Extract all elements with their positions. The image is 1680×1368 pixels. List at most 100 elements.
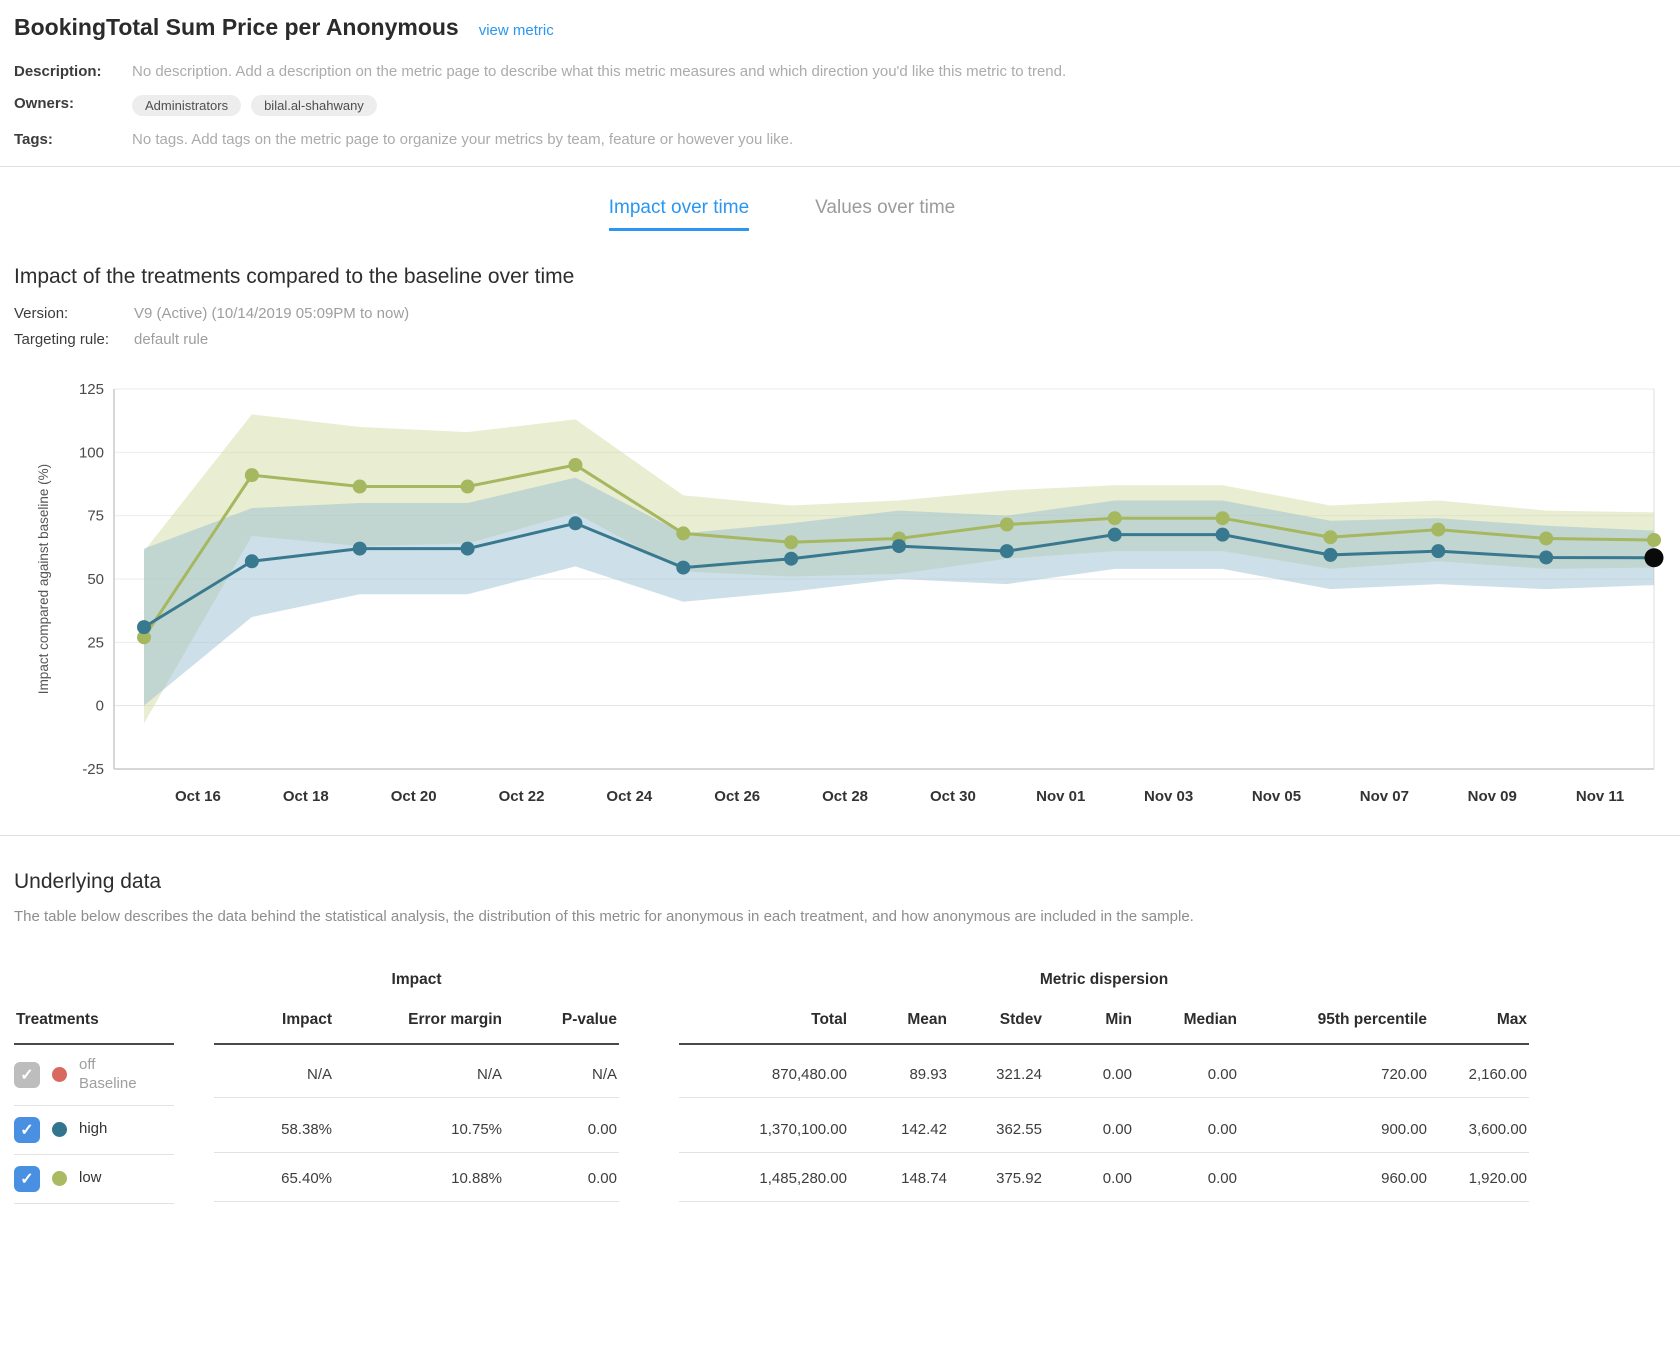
impact-over-time-chart[interactable]: 1251007550250-25Impact compared against …: [14, 374, 1666, 817]
low-point[interactable]: [353, 480, 367, 494]
impact-value-cell: 0.00: [504, 1107, 619, 1153]
tab-impact-over-time[interactable]: Impact over time: [609, 197, 749, 231]
y-tick-label: 0: [96, 698, 104, 715]
description-value: No description. Add a description on the…: [132, 63, 1066, 80]
treatment-name: low: [79, 1169, 102, 1188]
low-point[interactable]: [1108, 511, 1122, 525]
high-point[interactable]: [353, 542, 367, 556]
x-tick-label: Oct 18: [283, 788, 329, 805]
dispersion-column-header-2: Stdev: [949, 1003, 1044, 1043]
dispersion-column-header-6: Max: [1429, 1003, 1529, 1043]
impact-section-title: Impact of the treatments compared to the…: [14, 265, 1666, 289]
treatment-checkbox-high[interactable]: ✓: [14, 1117, 40, 1143]
impact-value-cell: N/A: [504, 1052, 619, 1098]
treatment-sublabel: Baseline: [79, 1075, 137, 1094]
chart-svg: 1251007550250-25Impact compared against …: [14, 374, 1666, 812]
owner-chip[interactable]: Administrators: [132, 95, 241, 116]
treatment-checkbox-low[interactable]: ✓: [14, 1166, 40, 1192]
dispersion-value-cell: 142.42: [849, 1107, 949, 1153]
tab-values-over-time[interactable]: Values over time: [815, 197, 955, 231]
low-point[interactable]: [1323, 530, 1337, 544]
low-point[interactable]: [1000, 518, 1014, 532]
y-tick-label: 125: [79, 381, 104, 398]
high-point[interactable]: [1431, 544, 1445, 558]
impact-value-cell: N/A: [214, 1052, 334, 1098]
low-point[interactable]: [245, 468, 259, 482]
impact-value-cell: 65.40%: [214, 1156, 334, 1202]
x-tick-label: Oct 22: [499, 788, 545, 805]
dispersion-value-cell: 362.55: [949, 1107, 1044, 1153]
underlying-data-title: Underlying data: [14, 870, 1666, 894]
high-point[interactable]: [676, 561, 690, 575]
dispersion-group-header: Metric dispersion: [679, 971, 1529, 1003]
treatment-color-dot-high: [52, 1122, 67, 1137]
owners-row: Owners: Administratorsbilal.al-shahwany: [14, 95, 1666, 116]
impact-value-cell: 10.88%: [334, 1156, 504, 1202]
dispersion-value-cell: 0.00: [1134, 1052, 1239, 1098]
x-tick-label: Nov 09: [1468, 788, 1517, 805]
x-tick-label: Nov 07: [1360, 788, 1409, 805]
tab-bar: Impact over time Values over time: [0, 197, 1608, 231]
dispersion-value-cell: 0.00: [1044, 1156, 1134, 1202]
x-tick-label: Nov 01: [1036, 788, 1085, 805]
low-point[interactable]: [568, 458, 582, 472]
impact-value-cell: 0.00: [504, 1156, 619, 1202]
x-tick-label: Oct 28: [822, 788, 868, 805]
targeting-rule-value: default rule: [134, 331, 208, 348]
x-tick-label: Nov 11: [1576, 788, 1624, 805]
high-point[interactable]: [784, 552, 798, 566]
dispersion-value-cell: 0.00: [1134, 1156, 1239, 1202]
high-point[interactable]: [1539, 550, 1553, 564]
low-point[interactable]: [1216, 511, 1230, 525]
high-point[interactable]: [1216, 528, 1230, 542]
low-point[interactable]: [1647, 533, 1661, 547]
dispersion-header-rule: [679, 1043, 1529, 1045]
y-tick-label: 75: [87, 508, 104, 525]
dispersion-value-cell: 870,480.00: [679, 1052, 849, 1098]
y-tick-label: 100: [79, 444, 104, 461]
dispersion-value-cell: 89.93: [849, 1052, 949, 1098]
impact-group-header: Impact: [214, 971, 619, 1003]
version-value: V9 (Active) (10/14/2019 05:09PM to now): [134, 305, 409, 322]
view-metric-link[interactable]: view metric: [479, 22, 554, 39]
dispersion-value-cell: 375.92: [949, 1156, 1044, 1202]
checkmark-icon: ✓: [20, 1169, 33, 1189]
high-point[interactable]: [1323, 548, 1337, 562]
targeting-rule-label: Targeting rule:: [14, 331, 134, 348]
low-point[interactable]: [461, 480, 475, 494]
version-row: Version: V9 (Active) (10/14/2019 05:09PM…: [14, 305, 1666, 322]
dispersion-value-cell: 0.00: [1044, 1107, 1134, 1153]
owner-chip[interactable]: bilal.al-shahwany: [251, 95, 377, 116]
high-point[interactable]: [245, 554, 259, 568]
low-point[interactable]: [1539, 531, 1553, 545]
treatment-color-dot-off: [52, 1067, 67, 1082]
treatment-color-dot-low: [52, 1171, 67, 1186]
dispersion-value-cell: 3,600.00: [1429, 1107, 1529, 1153]
checkmark-icon: ✓: [20, 1120, 33, 1140]
low-point[interactable]: [676, 526, 690, 540]
dispersion-value-cell: 0.00: [1134, 1107, 1239, 1153]
tags-label: Tags:: [14, 131, 132, 148]
tags-row: Tags: No tags. Add tags on the metric pa…: [14, 131, 1666, 148]
y-tick-label: 50: [87, 571, 104, 588]
header-divider: [0, 166, 1680, 167]
high-point[interactable]: [1108, 528, 1122, 542]
high-point[interactable]: [568, 516, 582, 530]
underlying-data-table: ImpactMetric dispersionTreatmentsImpactE…: [14, 971, 1666, 1204]
metric-details-page: BookingTotal Sum Price per Anonymous vie…: [0, 0, 1680, 1204]
high-point[interactable]: [1000, 544, 1014, 558]
dispersion-value-cell: 0.00: [1044, 1052, 1134, 1098]
high-point[interactable]: [137, 620, 151, 634]
version-info: Version: V9 (Active) (10/14/2019 05:09PM…: [14, 305, 1666, 348]
dispersion-value-cell: 1,370,100.00: [679, 1107, 849, 1153]
latest-point-marker[interactable]: [1645, 548, 1664, 567]
impact-column-header-0: Impact: [214, 1003, 334, 1043]
treatment-label-high: high: [79, 1120, 107, 1139]
high-point[interactable]: [892, 539, 906, 553]
x-tick-label: Oct 24: [606, 788, 653, 805]
low-point[interactable]: [784, 535, 798, 549]
low-point[interactable]: [1431, 523, 1445, 537]
treatment-label-off: offBaseline: [79, 1056, 137, 1094]
impact-header-rule: [214, 1043, 619, 1045]
high-point[interactable]: [461, 542, 475, 556]
